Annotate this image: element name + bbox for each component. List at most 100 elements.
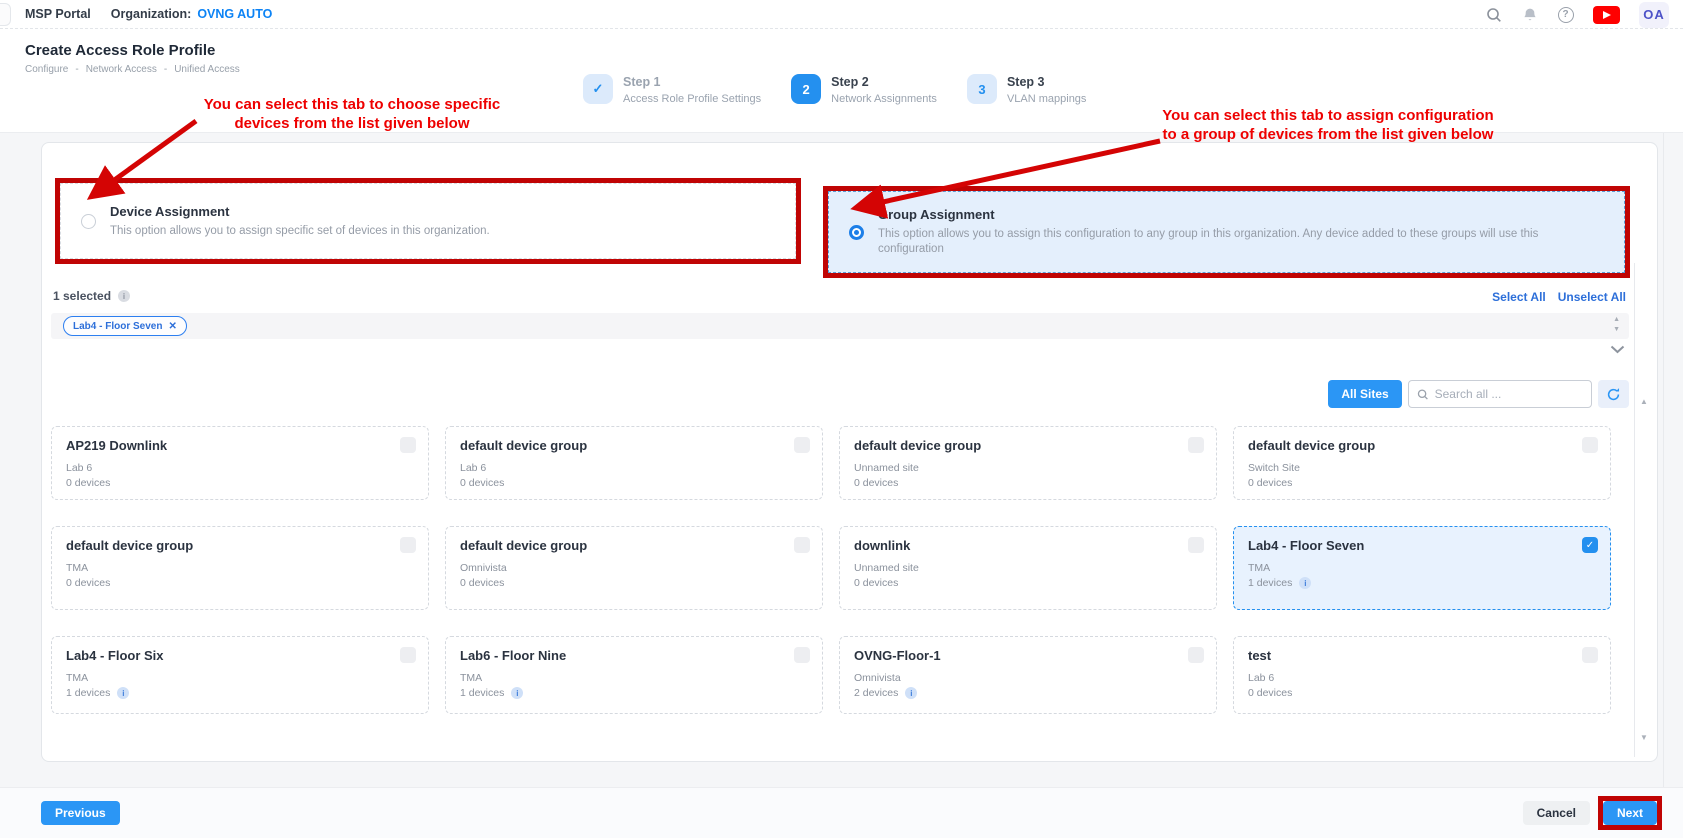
page-scrollbar[interactable] bbox=[1663, 29, 1664, 838]
group-card[interactable]: Lab4 - Floor Seven TMA 1 devicesi ✓ bbox=[1233, 526, 1611, 610]
annotation-text-right: You can select this tab to assign config… bbox=[1103, 106, 1553, 144]
search-icon[interactable] bbox=[1485, 6, 1502, 23]
group-checkbox[interactable]: ✓ bbox=[1582, 647, 1598, 663]
group-devices: 0 devices bbox=[66, 577, 414, 589]
search-input[interactable] bbox=[1435, 387, 1583, 401]
group-devices: 0 devices bbox=[460, 477, 808, 489]
group-checkbox[interactable]: ✓ bbox=[1188, 537, 1204, 553]
group-site: Switch Site bbox=[1248, 462, 1596, 474]
info-icon[interactable]: i bbox=[118, 290, 130, 302]
selected-chips-strip: Lab4 - Floor Seven ✕ ▲ ▼ bbox=[51, 313, 1629, 339]
group-site: Lab 6 bbox=[66, 462, 414, 474]
selected-count: 1 selected i bbox=[53, 289, 130, 303]
group-checkbox[interactable]: ✓ bbox=[1188, 437, 1204, 453]
group-checkbox[interactable]: ✓ bbox=[794, 437, 810, 453]
group-name: downlink bbox=[854, 538, 1202, 553]
annotation-box-next-button: Next bbox=[1598, 796, 1662, 830]
group-assignment-radio[interactable] bbox=[849, 225, 864, 240]
step-sublabel: VLAN mappings bbox=[1007, 93, 1087, 105]
grid-scroll-down-icon[interactable]: ▼ bbox=[1640, 733, 1648, 742]
select-all-link[interactable]: Select All bbox=[1492, 290, 1546, 304]
group-card[interactable]: default device group TMA 0 devices ✓ bbox=[51, 526, 429, 610]
group-card[interactable]: Lab4 - Floor Six TMA 1 devicesi ✓ bbox=[51, 636, 429, 714]
search-box bbox=[1408, 380, 1592, 408]
info-icon[interactable]: i bbox=[1299, 577, 1311, 589]
refresh-button[interactable] bbox=[1598, 380, 1629, 408]
group-card[interactable]: default device group Lab 6 0 devices ✓ bbox=[445, 426, 823, 500]
step-3-badge: 3 bbox=[967, 74, 997, 104]
youtube-icon[interactable] bbox=[1593, 6, 1620, 24]
group-assignment-description: This option allows you to assign this co… bbox=[878, 227, 1604, 257]
group-card[interactable]: downlink Unnamed site 0 devices ✓ bbox=[839, 526, 1217, 610]
step-3-vlan-mappings[interactable]: 3 Step 3 VLAN mappings bbox=[967, 74, 1087, 105]
grid-scrollbar-track bbox=[1634, 263, 1635, 757]
device-assignment-option[interactable]: Device Assignment This option allows you… bbox=[60, 183, 796, 259]
network-assignments-panel: Device Assignment This option allows you… bbox=[41, 142, 1658, 762]
group-devices: 0 devices bbox=[1248, 477, 1596, 489]
group-name: AP219 Downlink bbox=[66, 438, 414, 453]
chip-lab4-floor-seven[interactable]: Lab4 - Floor Seven ✕ bbox=[63, 316, 187, 336]
group-checkbox[interactable]: ✓ bbox=[400, 647, 416, 663]
group-checkbox[interactable]: ✓ bbox=[1582, 437, 1598, 453]
group-checkbox[interactable]: ✓ bbox=[1582, 537, 1598, 553]
annotation-text-left: You can select this tab to choose specif… bbox=[172, 95, 532, 133]
previous-button[interactable]: Previous bbox=[41, 801, 120, 825]
next-button[interactable]: Next bbox=[1603, 801, 1657, 825]
chip-scroll-up-icon[interactable]: ▲ bbox=[1613, 315, 1620, 325]
selection-links: Select All Unselect All bbox=[1492, 290, 1626, 304]
page-title: Create Access Role Profile bbox=[25, 42, 215, 59]
chip-scroll-down-icon[interactable]: ▼ bbox=[1613, 325, 1620, 335]
breadcrumb-item[interactable]: Network Access bbox=[86, 64, 157, 75]
grid-scroll-up-icon[interactable]: ▲ bbox=[1640, 397, 1648, 406]
breadcrumb-item[interactable]: Unified Access bbox=[174, 64, 240, 75]
group-site: Omnivista bbox=[854, 672, 1202, 684]
annotation-box-device-assignment: Device Assignment This option allows you… bbox=[55, 178, 801, 264]
group-card[interactable]: test Lab 6 0 devices ✓ bbox=[1233, 636, 1611, 714]
device-groups-grid: AP219 Downlink Lab 6 0 devices ✓ default… bbox=[51, 426, 1611, 714]
group-card[interactable]: default device group Omnivista 0 devices… bbox=[445, 526, 823, 610]
chip-remove-icon[interactable]: ✕ bbox=[168, 321, 176, 332]
group-checkbox[interactable]: ✓ bbox=[794, 647, 810, 663]
all-sites-button[interactable]: All Sites bbox=[1328, 380, 1402, 408]
group-card[interactable]: Lab6 - Floor Nine TMA 1 devicesi ✓ bbox=[445, 636, 823, 714]
group-checkbox[interactable]: ✓ bbox=[400, 437, 416, 453]
device-assignment-radio[interactable] bbox=[81, 214, 96, 229]
group-checkbox[interactable]: ✓ bbox=[400, 537, 416, 553]
group-card[interactable]: default device group Unnamed site 0 devi… bbox=[839, 426, 1217, 500]
avatar[interactable]: OA bbox=[1639, 2, 1669, 28]
notifications-bell-icon[interactable] bbox=[1521, 6, 1538, 23]
menu-stub-icon[interactable] bbox=[0, 3, 11, 26]
search-icon bbox=[1417, 388, 1429, 401]
group-checkbox[interactable]: ✓ bbox=[794, 537, 810, 553]
group-site: Unnamed site bbox=[854, 462, 1202, 474]
organization-value-link[interactable]: OVNG AUTO bbox=[197, 7, 272, 21]
group-site: Unnamed site bbox=[854, 562, 1202, 574]
group-site: TMA bbox=[460, 672, 808, 684]
step-2-network-assignments[interactable]: 2 Step 2 Network Assignments bbox=[791, 74, 937, 105]
group-devices: 0 devices bbox=[66, 477, 414, 489]
step-1-access-role-profile-settings[interactable]: ✓ Step 1 Access Role Profile Settings bbox=[583, 74, 761, 105]
group-checkbox[interactable]: ✓ bbox=[1188, 647, 1204, 663]
info-icon[interactable]: i bbox=[905, 687, 917, 699]
organization-label: Organization: bbox=[111, 7, 192, 21]
group-card[interactable]: default device group Switch Site 0 devic… bbox=[1233, 426, 1611, 500]
group-assignment-option[interactable]: Group Assignment This option allows you … bbox=[828, 191, 1625, 273]
group-card[interactable]: OVNG-Floor-1 Omnivista 2 devicesi ✓ bbox=[839, 636, 1217, 714]
breadcrumb-item[interactable]: Configure bbox=[25, 64, 68, 75]
step-2-badge: 2 bbox=[791, 74, 821, 104]
info-icon[interactable]: i bbox=[117, 687, 129, 699]
group-card[interactable]: AP219 Downlink Lab 6 0 devices ✓ bbox=[51, 426, 429, 500]
chip-strip-scroller: ▲ ▼ bbox=[1613, 315, 1620, 335]
device-assignment-description: This option allows you to assign specifi… bbox=[110, 224, 490, 239]
chevron-down-icon[interactable] bbox=[1610, 341, 1625, 359]
group-name: test bbox=[1248, 648, 1596, 663]
unselect-all-link[interactable]: Unselect All bbox=[1558, 290, 1626, 304]
group-site: Lab 6 bbox=[1248, 672, 1596, 684]
help-icon[interactable]: ? bbox=[1557, 6, 1574, 23]
refresh-icon bbox=[1606, 387, 1621, 402]
info-icon[interactable]: i bbox=[511, 687, 523, 699]
group-devices: 1 devicesi bbox=[460, 687, 808, 699]
cancel-button[interactable]: Cancel bbox=[1523, 801, 1590, 825]
step-1-check-icon: ✓ bbox=[583, 74, 613, 104]
group-name: Lab4 - Floor Seven bbox=[1248, 538, 1596, 553]
